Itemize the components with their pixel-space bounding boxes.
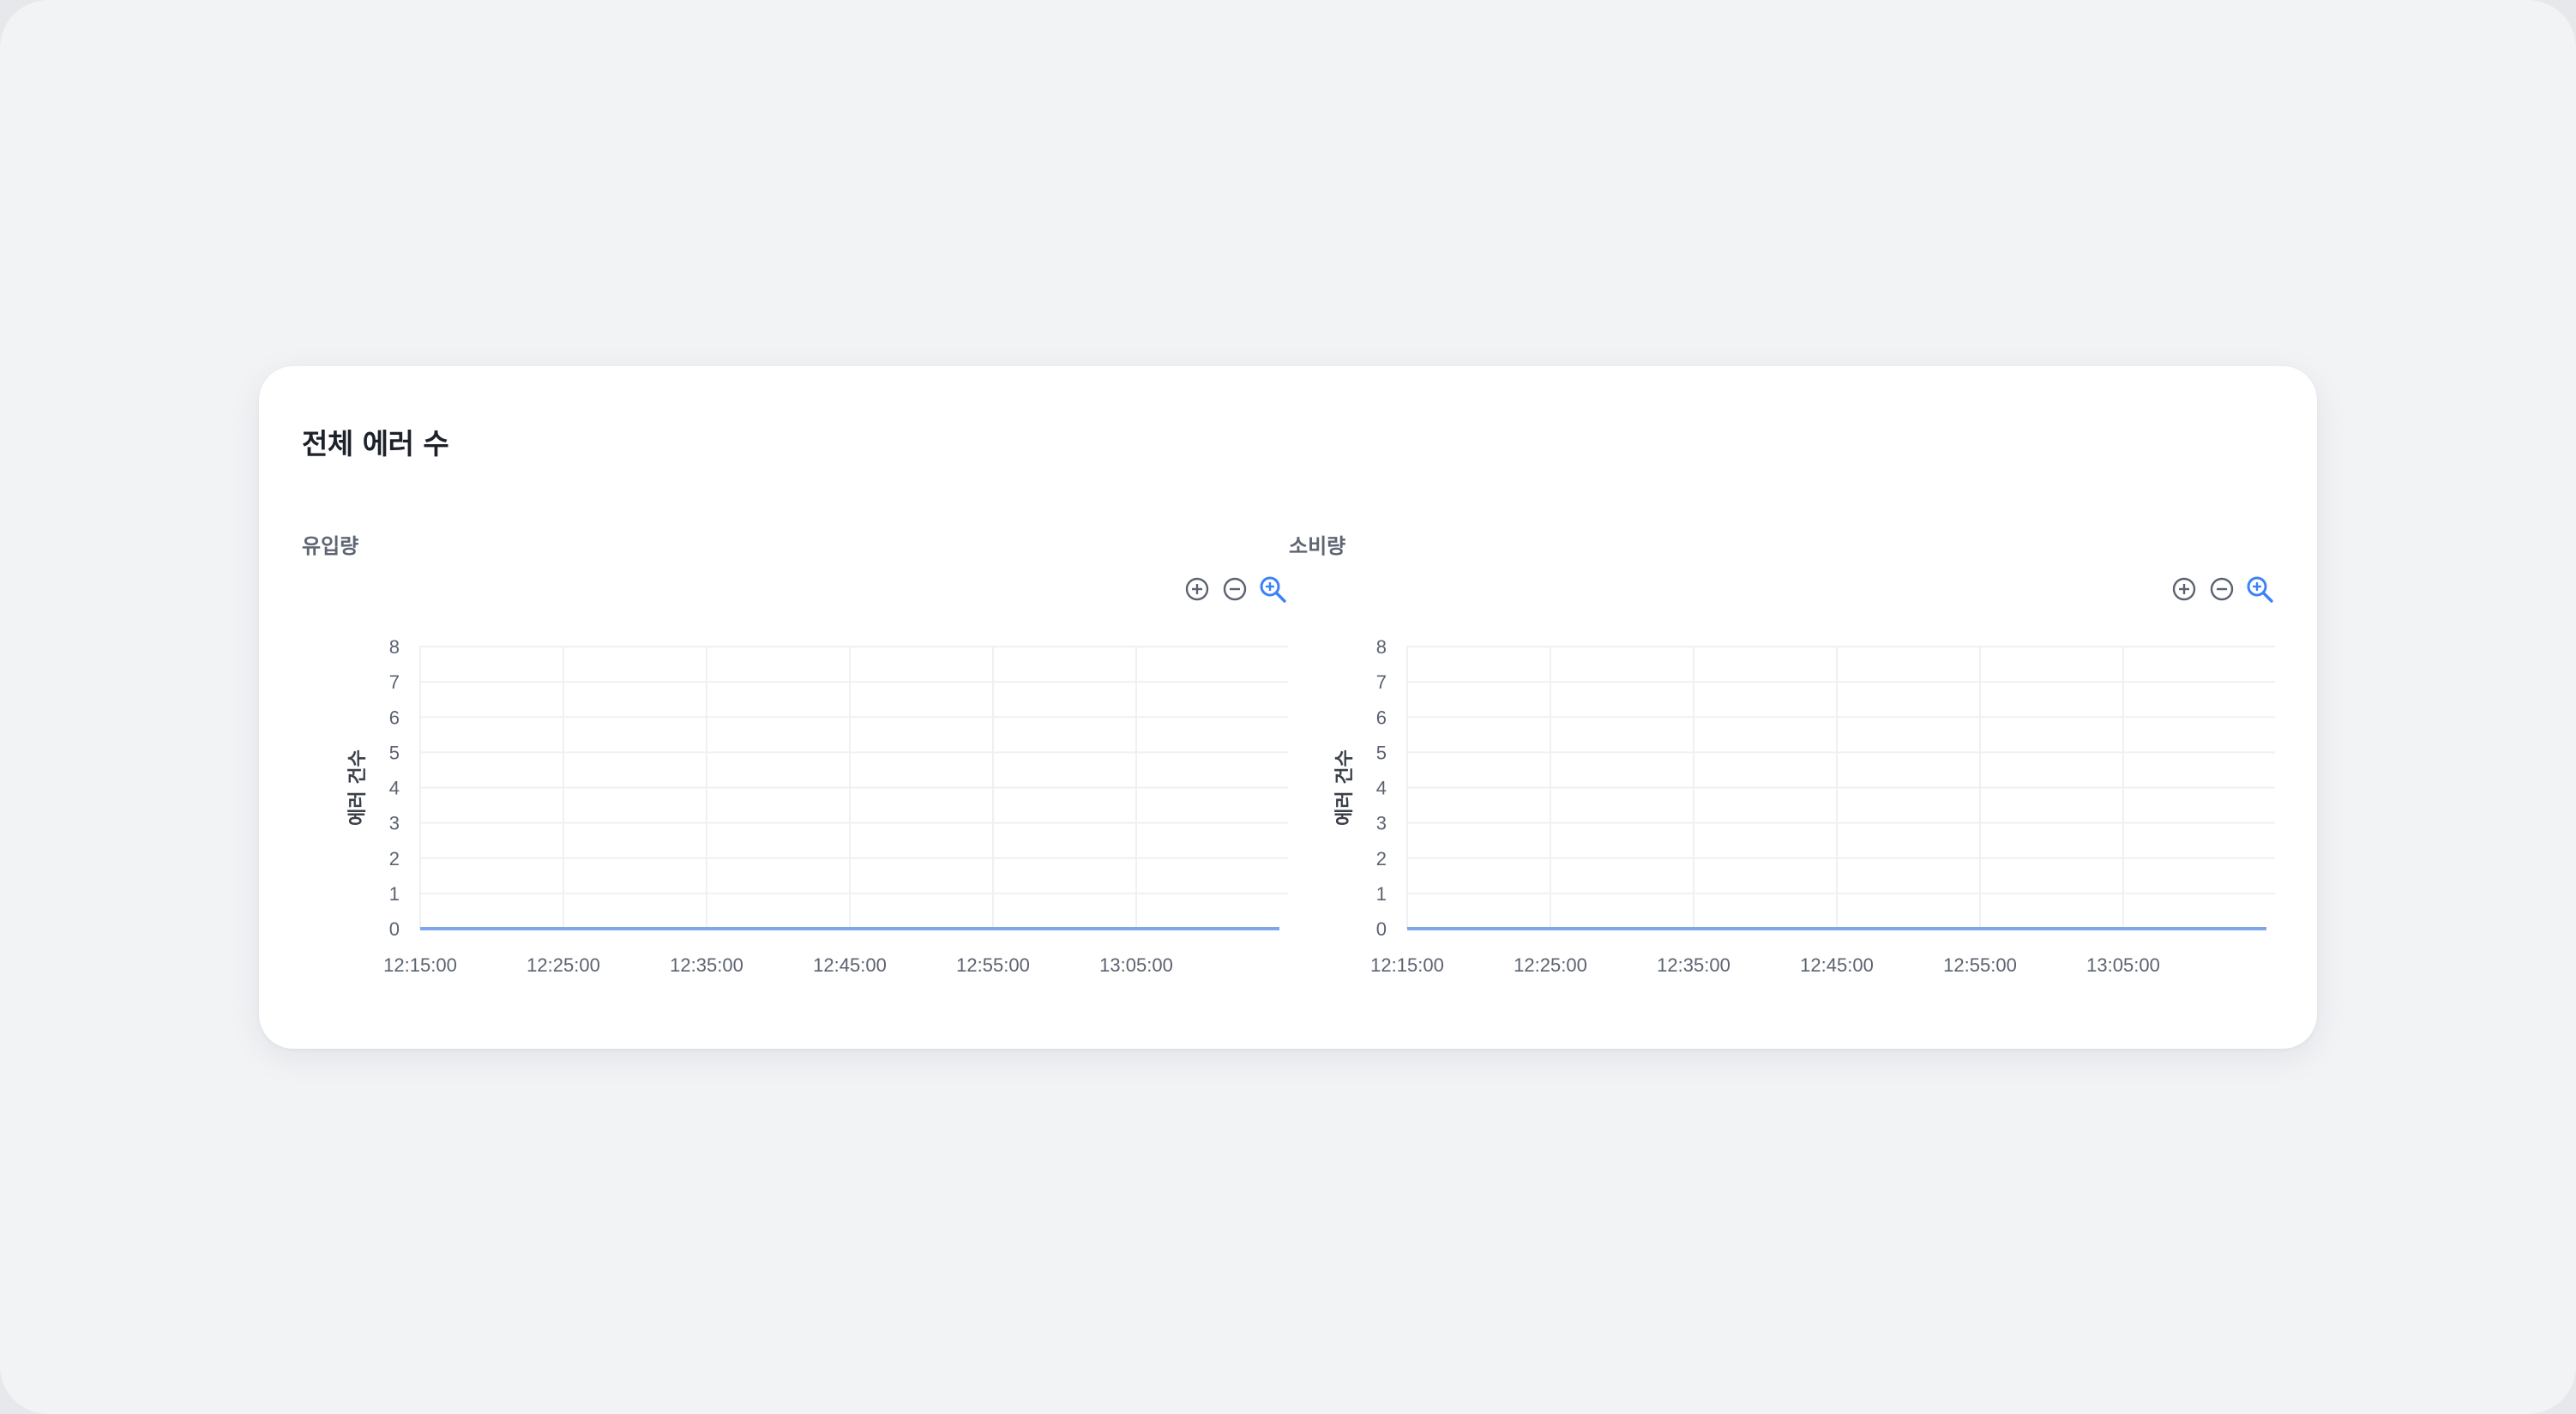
x-tick-label: 12:55:00 [956,954,1030,976]
y-tick-label: 8 [1376,636,1387,658]
page-background: 전체 에러 수 유입량 0 1 2 3 4 5 6 7 8 12:15:00 1… [0,0,2576,1414]
y-tick-label: 4 [389,778,400,799]
x-tick-label: 12:15:00 [1370,954,1444,976]
y-tick-label: 2 [1376,848,1387,869]
error-count-card: 전체 에러 수 유입량 0 1 2 3 4 5 6 7 8 12:15:00 1… [259,366,2317,1049]
y-tick-label: 0 [389,918,400,940]
x-tick-label: 12:55:00 [1943,954,2017,976]
y-tick-label: 7 [1376,671,1387,693]
x-tick-label: 12:35:00 [670,954,743,976]
x-tick-label: 12:45:00 [1800,954,1874,976]
card-title: 전체 에러 수 [302,427,449,460]
y-tick-label: 6 [1376,707,1387,728]
y-tick-label: 3 [1376,813,1387,834]
y-tick-label: 8 [389,636,400,658]
inflow-chart-panel: 유입량 0 1 2 3 4 5 6 7 8 12:15:00 12:25:00 … [302,529,1288,1009]
x-tick-label: 12:45:00 [813,954,887,976]
x-tick-label: 13:05:00 [1099,954,1173,976]
y-tick-label: 5 [389,742,400,763]
y-tick-label: 7 [389,671,400,693]
consumption-line-chart: 0 1 2 3 4 5 6 7 8 12:15:00 12:25:00 12:35:00 12:45:0… [1334,636,2275,976]
y-tick-label: 6 [389,707,400,728]
consumption-chart-panel: 소비량 0 1 2 3 4 5 6 7 8 12:15:00 12:25:00 … [1289,529,2275,1009]
x-tick-label: 12:25:00 [1514,954,1587,976]
y-axis-label: 에러 건수 [347,749,369,826]
x-tick-label: 12:35:00 [1657,954,1730,976]
x-tick-label: 13:05:00 [2086,954,2160,976]
y-tick-label: 4 [1376,778,1387,799]
y-tick-label: 5 [1376,742,1387,763]
y-tick-label: 1 [1376,883,1387,905]
y-tick-label: 0 [1376,918,1387,940]
x-tick-label: 12:15:00 [383,954,457,976]
y-tick-label: 1 [389,883,400,905]
y-tick-label: 2 [389,848,400,869]
y-tick-label: 3 [389,813,400,834]
x-tick-label: 12:25:00 [527,954,600,976]
y-axis-label: 에러 건수 [1334,749,1356,826]
inflow-line-chart: 0 1 2 3 4 5 6 7 8 12:15:00 12:25:00 12:35:00 12:45:0… [347,636,1288,976]
